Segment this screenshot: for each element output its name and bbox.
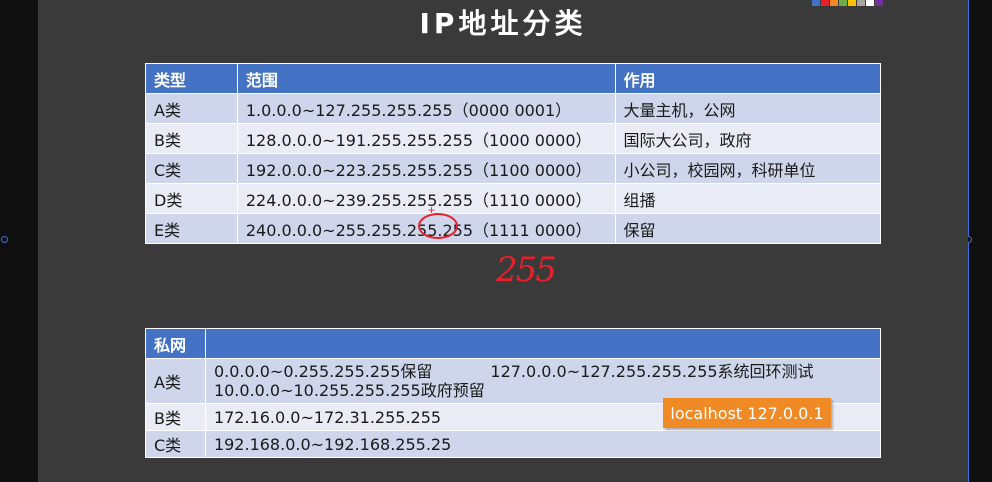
cell-range-multi: 0.0.0.0~0.255.255.255保留 127.0.0.0~127.255… — [204, 358, 882, 404]
range-loopback: 127.0.0.0~127.255.255.255系统回环测试 — [490, 362, 814, 381]
ip-class-table: 类型 范围 作用 A类 1.0.0.0~127.255.255.255（0000… — [145, 63, 882, 244]
table-header-row: 类型 范围 作用 — [145, 63, 882, 94]
cell-type: B类 — [145, 123, 238, 154]
header-use: 作用 — [614, 63, 882, 94]
header-empty — [204, 328, 882, 359]
table-row: C类 192.168.0.0~192.168.255.25 — [145, 430, 882, 458]
cell-type: D类 — [145, 183, 238, 214]
cell-type: C类 — [145, 153, 238, 184]
table-row: C类 192.0.0.0~223.255.255.255（1100 0000） … — [145, 153, 882, 184]
toolbar-swatch-icon[interactable] — [866, 0, 874, 6]
table-row: A类 1.0.0.0~127.255.255.255（0000 0001） 大量… — [145, 93, 882, 124]
toolbar-swatch-icon[interactable] — [857, 0, 865, 6]
slide-title: IP地址分类 — [419, 7, 587, 40]
cell-range: 1.0.0.0~127.255.255.255（0000 0001） — [236, 93, 616, 124]
localhost-callout: localhost 127.0.0.1 — [663, 398, 831, 428]
cell-type: A类 — [145, 358, 206, 404]
table-row: E类 240.0.0.0~255.255.255.255（1111 0000） … — [145, 213, 882, 244]
cell-use: 保留 — [614, 213, 882, 244]
cell-use: 大量主机，公网 — [614, 93, 882, 124]
red-ink-circle — [418, 213, 458, 239]
cell-use: 组播 — [614, 183, 882, 214]
range-reserved: 0.0.0.0~0.255.255.255保留 — [213, 362, 433, 381]
table-row: B类 128.0.0.0~191.255.255.255（1000 0000） … — [145, 123, 882, 154]
range-government: 10.0.0.0~10.255.255.255政府预留 — [213, 381, 485, 400]
cell-type: B类 — [145, 403, 206, 431]
cell-range: 128.0.0.0~191.255.255.255（1000 0000） — [236, 123, 616, 154]
left-resize-handle[interactable] — [1, 236, 8, 243]
cell-type: A类 — [145, 93, 238, 124]
table-row: D类 224.0.0.0~239.255.255.255（1110 0000） … — [145, 183, 882, 214]
table-row: A类 0.0.0.0~0.255.255.255保留 127.0.0.0~127.… — [145, 358, 882, 404]
cell-type: E类 — [145, 213, 238, 244]
toolbar-swatch-icon[interactable] — [830, 0, 838, 6]
toolbar-swatch-icon[interactable] — [812, 0, 820, 6]
table-header-row: 私网 — [145, 328, 882, 359]
cell-range: 224.0.0.0~239.255.255.255（1110 0000） — [236, 183, 616, 214]
cell-use: 小公司，校园网，科研单位 — [614, 153, 882, 184]
toolbar-swatch-icon[interactable] — [848, 0, 856, 6]
toolbar-swatch-icon[interactable] — [821, 0, 829, 6]
header-range: 范围 — [236, 63, 616, 94]
cell-range: 192.168.0.0~192.168.255.25 — [204, 430, 882, 458]
header-private: 私网 — [145, 328, 206, 359]
pen-cursor-icon: + — [428, 203, 436, 217]
toolbar-swatch-icon[interactable] — [875, 0, 883, 6]
cell-range: 192.0.0.0~223.255.255.255（1100 0000） — [236, 153, 616, 184]
handwritten-annotation: 255 — [496, 250, 557, 290]
private-network-table: 私网 A类 0.0.0.0~0.255.255.255保留 127.0.0.0~1… — [145, 328, 882, 458]
cell-type: C类 — [145, 430, 206, 458]
header-type: 类型 — [145, 63, 238, 94]
toolbar-swatch-icon[interactable] — [839, 0, 847, 6]
mini-toolbar[interactable] — [812, 0, 884, 6]
cell-use: 国际大公司，政府 — [614, 123, 882, 154]
